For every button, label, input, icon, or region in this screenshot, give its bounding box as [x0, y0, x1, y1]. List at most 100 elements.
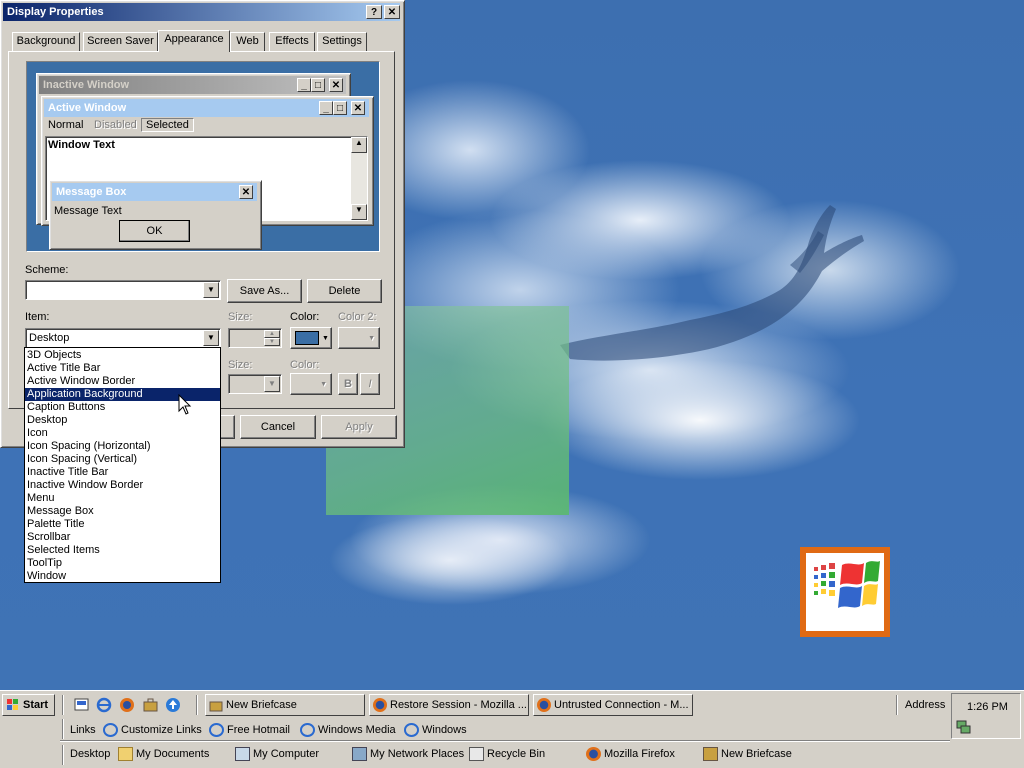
item-option[interactable]: Active Title Bar [25, 362, 220, 375]
preview-menu-selected: Selected [141, 118, 194, 132]
cancel-button[interactable]: Cancel [240, 415, 316, 439]
address-label[interactable]: Address [905, 699, 945, 711]
font-size-arrow-icon: ▼ [264, 376, 280, 392]
firefox-icon[interactable] [119, 696, 136, 713]
desktop-item-label: My Computer [253, 748, 320, 760]
desktop-new-briefcase[interactable]: New Briefcase [703, 745, 792, 763]
firefox-icon [537, 698, 551, 712]
item-option[interactable]: Icon Spacing (Horizontal) [25, 440, 220, 453]
desktop-recycle-bin[interactable]: Recycle Bin [469, 745, 545, 763]
preview-menu-normal: Normal [48, 119, 84, 131]
scheme-dropdown-arrow-icon[interactable]: ▼ [203, 282, 219, 298]
preview-msgbox-titlebar: Message Box [52, 183, 257, 201]
link-windows-media[interactable]: Windows Media [300, 721, 396, 739]
task-new-briefcase[interactable]: New Briefcase [205, 694, 365, 716]
task-label: New Briefcase [226, 699, 297, 711]
start-button[interactable]: Start [2, 694, 55, 716]
desktop-item-label: New Briefcase [721, 748, 792, 760]
task-label: Restore Session - Mozilla ... [390, 699, 527, 711]
folder-icon [118, 747, 133, 761]
appearance-preview: Inactive Window _ □ ✕ Active Window _ □ … [26, 61, 380, 252]
item-option[interactable]: Active Window Border [25, 375, 220, 388]
preview-menu-disabled: Disabled [94, 119, 137, 131]
tab-background[interactable]: Background [12, 32, 80, 51]
desktop-mozilla-firefox[interactable]: Mozilla Firefox [586, 745, 675, 763]
desktop-my-documents[interactable]: My Documents [118, 745, 209, 763]
internet-explorer-icon[interactable] [96, 696, 113, 713]
briefcase-icon [209, 701, 223, 712]
item-option[interactable]: Scrollbar [25, 531, 220, 544]
clock[interactable]: 1:26 PM [967, 701, 1008, 713]
firefox-icon [586, 747, 601, 761]
tab-settings[interactable]: Settings [317, 32, 367, 51]
tab-web[interactable]: Web [230, 32, 265, 51]
item-option[interactable]: Palette Title [25, 518, 220, 531]
size-spin-up-icon: ▲ [264, 330, 280, 338]
link-free-hotmail[interactable]: Free Hotmail [209, 721, 290, 739]
font-color-label: Color: [290, 359, 320, 371]
help-button[interactable]: ? [366, 5, 382, 19]
start-label: Start [23, 699, 49, 711]
task-label: Untrusted Connection - M... [554, 699, 689, 711]
italic-button: I [360, 373, 380, 395]
item-option[interactable]: Menu [25, 492, 220, 505]
preview-scroll-down-icon: ▼ [351, 204, 367, 220]
recycle-bin-icon [469, 747, 484, 761]
ok-button-edge[interactable] [220, 415, 235, 439]
item-option[interactable]: ToolTip [25, 557, 220, 570]
preview-msgbox-title: Message Box [56, 186, 127, 198]
show-desktop-icon[interactable] [73, 696, 90, 713]
color2-label: Color 2: [338, 311, 377, 323]
color-picker-button[interactable]: ▼ [290, 327, 332, 349]
windows-logo-icon[interactable] [800, 547, 890, 637]
tab-effects[interactable]: Effects [269, 32, 315, 51]
color-swatch [295, 331, 319, 345]
item-option[interactable]: Message Box [25, 505, 220, 518]
dialog-titlebar[interactable]: Display Properties [3, 3, 400, 21]
item-option[interactable]: 3D Objects [25, 349, 220, 362]
link-label: Free Hotmail [227, 724, 290, 736]
taskbar-separator [196, 695, 198, 715]
preview-active-max-icon: □ [333, 101, 347, 115]
desktop-item-label: My Network Places [370, 748, 465, 760]
item-option[interactable]: Inactive Window Border [25, 479, 220, 492]
size-spin-down-icon: ▼ [264, 338, 280, 346]
save-as-button[interactable]: Save As... [227, 279, 302, 303]
update-arrow-icon[interactable] [165, 696, 182, 713]
item-dropdown-arrow-icon[interactable]: ▼ [203, 330, 219, 346]
briefcase-icon[interactable] [142, 696, 159, 713]
dialog-title: Display Properties [7, 6, 104, 18]
computer-icon [235, 747, 250, 761]
item-option[interactable]: Selected Items [25, 544, 220, 557]
delete-button[interactable]: Delete [307, 279, 382, 303]
item-option[interactable]: Window [25, 570, 220, 583]
preview-active-close-icon: ✕ [351, 101, 365, 115]
item-dropdown[interactable]: Desktop ▼ [25, 328, 221, 348]
desktop-my-network-places[interactable]: My Network Places [352, 745, 464, 763]
item-option[interactable]: Inactive Title Bar [25, 466, 220, 479]
network-tray-icon[interactable] [956, 720, 972, 734]
apply-button: Apply [321, 415, 397, 439]
item-label: Item: [25, 311, 50, 323]
task-restore-session[interactable]: Restore Session - Mozilla ... [369, 694, 529, 716]
task-untrusted-connection[interactable]: Untrusted Connection - M... [533, 694, 693, 716]
color-picker-arrow-icon: ▼ [322, 334, 329, 342]
preview-active-min-icon: _ [319, 101, 333, 115]
tab-appearance[interactable]: Appearance [158, 30, 230, 52]
close-button[interactable]: ✕ [384, 5, 400, 19]
item-option[interactable]: Icon [25, 427, 220, 440]
desktop-item-label: Recycle Bin [487, 748, 546, 760]
link-label: Windows Media [318, 724, 396, 736]
size-label: Size: [228, 311, 253, 323]
item-value: Desktop [29, 332, 70, 344]
desktop-item-label: My Documents [136, 748, 210, 760]
scheme-dropdown[interactable]: ▼ [25, 280, 221, 300]
link-customize-links[interactable]: Customize Links [103, 721, 202, 739]
item-dropdown-list[interactable]: 3D Objects Active Title Bar Active Windo… [24, 347, 221, 583]
windows-flag-icon [814, 561, 880, 608]
tab-screen-saver[interactable]: Screen Saver [83, 32, 158, 51]
desktop-my-computer[interactable]: My Computer [235, 745, 319, 763]
preview-active-title: Active Window [48, 102, 127, 114]
link-windows[interactable]: Windows [404, 721, 467, 739]
item-option[interactable]: Icon Spacing (Vertical) [25, 453, 220, 466]
